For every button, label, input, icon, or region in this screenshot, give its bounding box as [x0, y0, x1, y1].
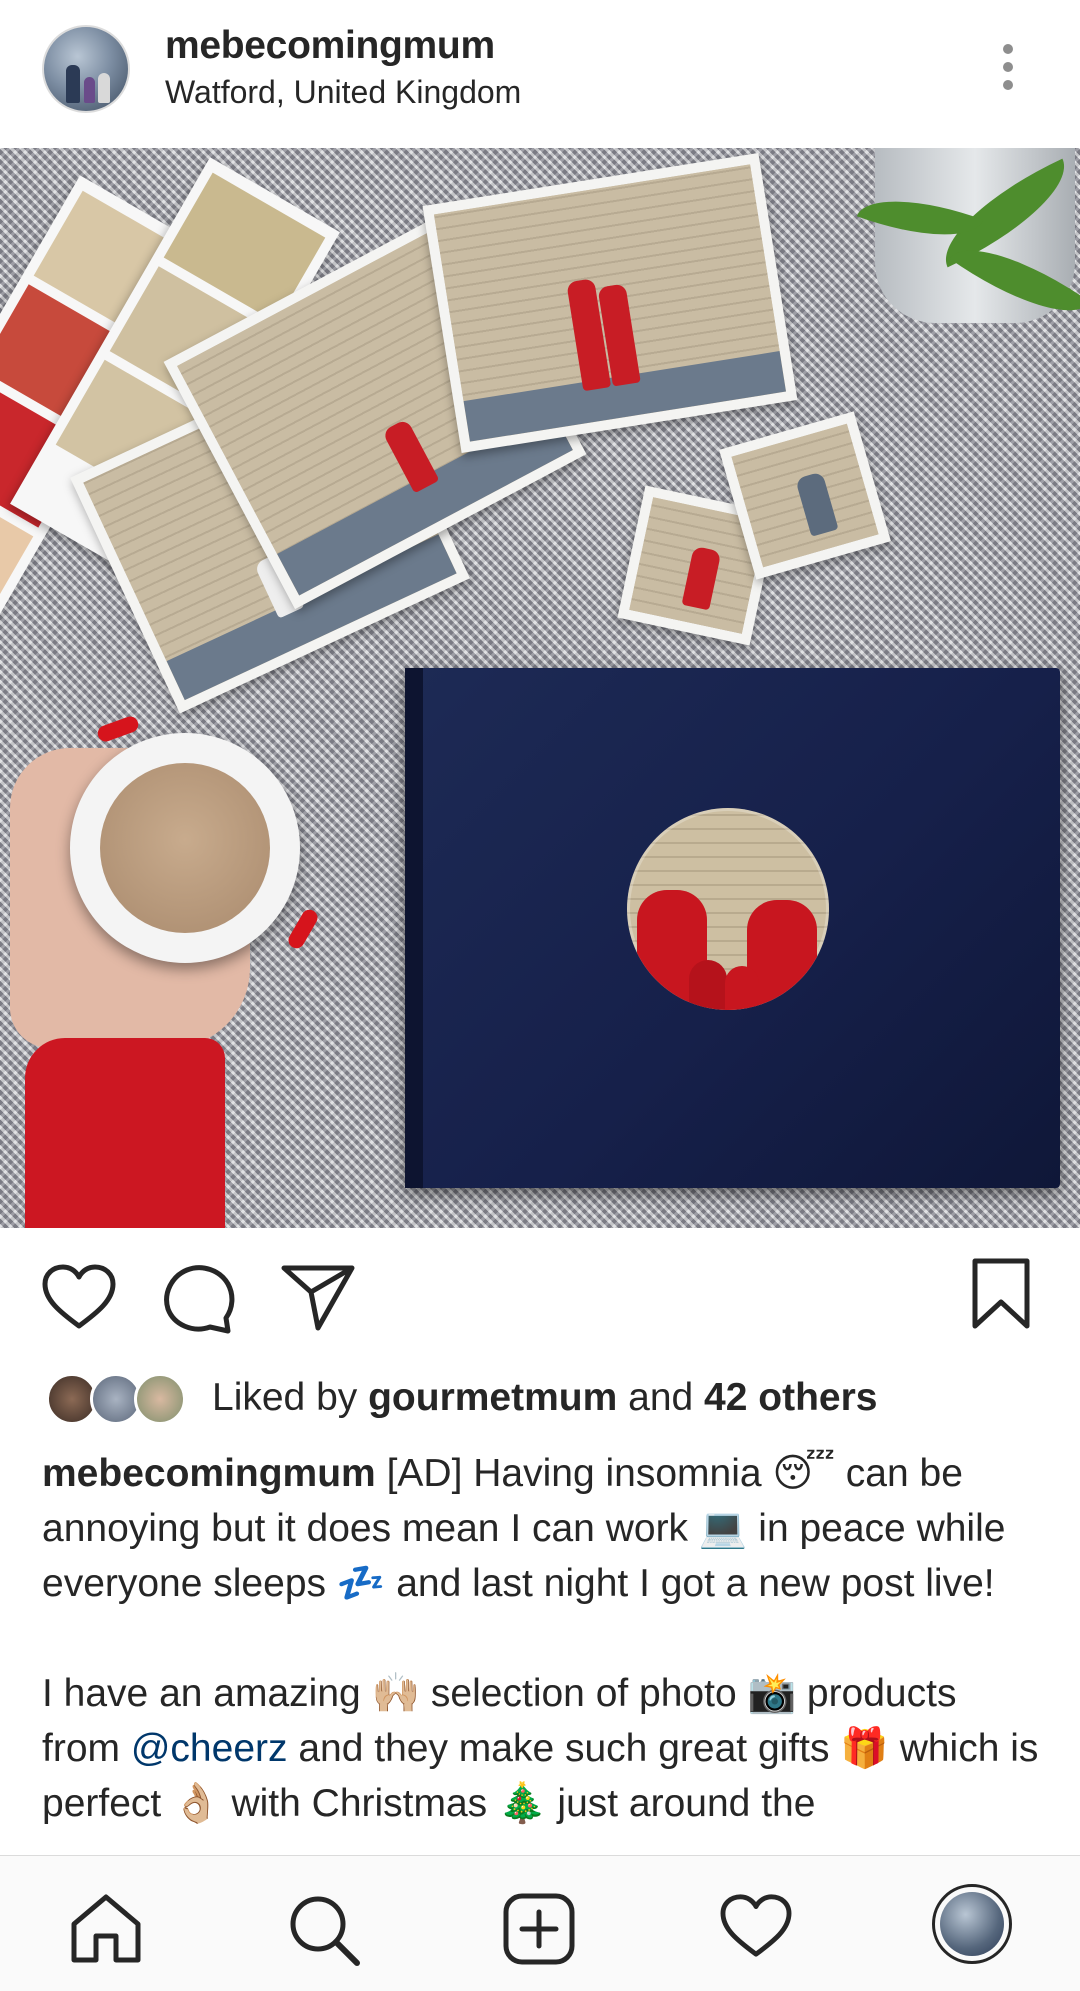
comment-icon[interactable] — [160, 1262, 236, 1339]
profile-avatar[interactable] — [932, 1884, 1012, 1964]
likes-row[interactable]: Liked by gourmetmum and 42 others — [42, 1370, 1042, 1432]
liker-username[interactable]: gourmetmum — [368, 1376, 617, 1419]
likes-prefix: Liked by — [212, 1376, 369, 1419]
search-icon[interactable] — [286, 1892, 362, 1973]
likes-others[interactable]: 42 others — [704, 1376, 877, 1419]
bookmark-icon[interactable] — [970, 1256, 1032, 1337]
avatar-figure — [66, 65, 80, 103]
print-photo — [422, 152, 798, 454]
liker-avatar — [134, 1373, 186, 1425]
heart-icon[interactable] — [718, 1892, 794, 1965]
post-location[interactable]: Watford, United Kingdom — [165, 74, 521, 111]
likes-text[interactable]: Liked by gourmetmum and 42 others — [212, 1376, 877, 1420]
post-header: mebecomingmum Watford, United Kingdom — [0, 0, 1080, 148]
heart-icon[interactable] — [40, 1262, 118, 1337]
more-vertical-icon[interactable] — [1000, 44, 1016, 96]
avatar-figure — [98, 73, 110, 103]
album-cover-photo — [627, 808, 829, 1010]
add-post-icon[interactable] — [502, 1892, 576, 1971]
caption-paragraph: I have an amazing 🙌🏼 selection of photo … — [42, 1666, 1042, 1831]
photo-album — [405, 668, 1060, 1188]
caption-username[interactable]: mebecomingmum — [42, 1452, 376, 1495]
poster-avatar[interactable] — [42, 25, 130, 113]
nail — [285, 906, 321, 952]
nail — [95, 714, 141, 744]
post-photo[interactable] — [0, 148, 1080, 1228]
paper-plane-icon[interactable] — [280, 1262, 356, 1337]
likes-joiner: and — [617, 1376, 705, 1419]
bottom-nav — [0, 1855, 1080, 1991]
caption-paragraph: mebecomingmum [AD] Having insomnia 😴 can… — [42, 1446, 1042, 1611]
caption-mention[interactable]: @cheerz — [131, 1727, 288, 1770]
red-sleeve — [25, 1038, 225, 1228]
poster-username[interactable]: mebecomingmum — [165, 24, 495, 68]
post-caption: mebecomingmum [AD] Having insomnia 😴 can… — [42, 1446, 1042, 1850]
avatar-figure — [84, 77, 95, 103]
coffee-mug — [70, 733, 300, 963]
action-bar — [0, 1228, 1080, 1358]
home-icon[interactable] — [68, 1892, 144, 1969]
